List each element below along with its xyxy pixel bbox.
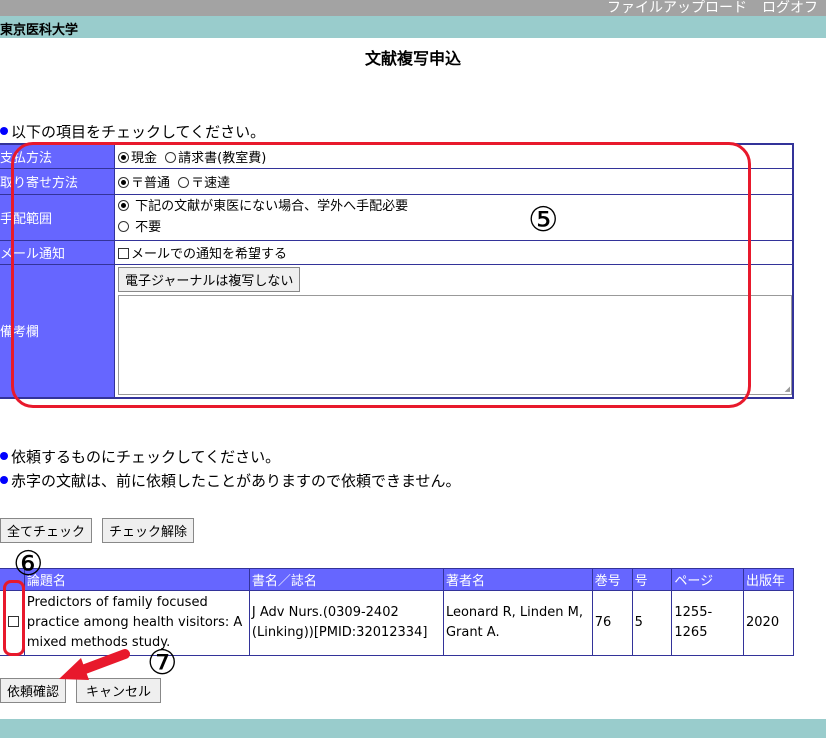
bullet-icon	[0, 451, 8, 460]
instruction-red-docs: 赤字の文献は、前に依頼したことがありますので依頼できません。	[0, 470, 461, 491]
instruction-select-docs: 依頼するものにチェックしてください。	[0, 446, 280, 467]
documents-table: 論題名 書名／誌名 著者名 巻号 号 ページ 出版年 Predictors of…	[0, 568, 794, 656]
top-bar: ファイルアップロード ログオフ	[0, 0, 826, 16]
table-header-row: 論題名 書名／誌名 著者名 巻号 号 ページ 出版年	[0, 568, 794, 591]
file-upload-link[interactable]: ファイルアップロード	[607, 0, 747, 17]
page-title: 文献複写申込	[364, 49, 461, 68]
footer-bar	[0, 719, 826, 738]
col-year-header: 出版年	[743, 568, 794, 591]
annotation-number-6: ⑥	[13, 544, 44, 584]
col-issue-header: 号	[631, 568, 673, 591]
row-authors: Leonard R, Linden M, Grant A.	[442, 590, 593, 656]
uncheck-all-button[interactable]: チェック解除	[102, 518, 195, 543]
col-volume-header: 巻号	[591, 568, 633, 591]
col-authors-header: 著者名	[442, 568, 593, 591]
check-all-button[interactable]: 全てチェック	[0, 518, 93, 543]
col-title-header: 論題名	[23, 568, 250, 591]
row-issue: 5	[631, 590, 673, 656]
resize-grip-icon[interactable]: ◢	[785, 385, 790, 393]
bullet-icon	[0, 475, 8, 484]
annotation-number-7: ⑦	[147, 643, 178, 683]
row-journal: J Adv Nurs.(0309-2402 (Linking))[PMID:32…	[248, 590, 444, 656]
org-name: 東京医科大学	[0, 23, 79, 38]
bullet-icon	[0, 126, 8, 135]
col-journal-header: 書名／誌名	[248, 568, 444, 591]
row-year: 2020	[743, 590, 794, 656]
annotation-outline-6	[3, 580, 25, 656]
annotation-arrow-icon	[59, 649, 130, 680]
org-bar: 東京医科大学	[0, 16, 826, 38]
logout-link[interactable]: ログオフ	[762, 0, 818, 17]
row-pages: 1255-1265	[671, 590, 745, 656]
annotation-number-5: ⑤	[528, 200, 559, 240]
instruction-check-items: 以下の項目をチェックしてください。	[0, 121, 265, 142]
annotation-outline-5	[11, 142, 751, 408]
col-pages-header: ページ	[671, 568, 745, 591]
row-volume: 76	[591, 590, 633, 656]
